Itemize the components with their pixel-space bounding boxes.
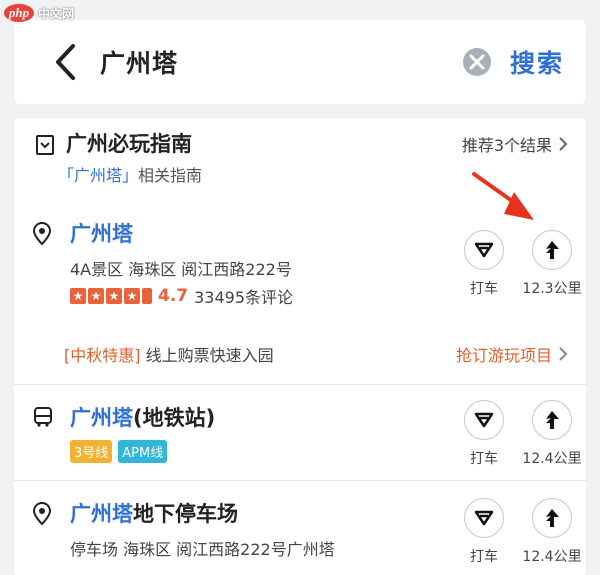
result-title-highlight: 广州塔 [70, 222, 133, 246]
metro-line-tags: 3号线 APM线 [70, 440, 168, 463]
metro-line-tag: 3号线 [70, 440, 113, 463]
result-item-metro-station[interactable]: 广州塔(地铁站) 3号线 APM线 打车 12.4公里 [14, 388, 586, 478]
promo-row[interactable]: [中秋特惠] 线上购票快速入园 抢订游玩项目 [14, 336, 586, 372]
search-button[interactable]: 搜索 [510, 44, 564, 80]
promo-tag: [中秋特惠] [64, 346, 141, 365]
taxi-label: 打车 [470, 281, 498, 297]
search-bar: 广州塔 搜索 [14, 20, 586, 104]
metro-line-tag: APM线 [118, 440, 168, 463]
result-address: 4A景区 海珠区 阅江西路222号 [70, 260, 292, 279]
review-count: 33495条评论 [194, 288, 294, 307]
promo-book-link[interactable]: 抢订游玩项目 [456, 342, 568, 366]
star-icon: ★ [70, 288, 86, 304]
star-half-icon [142, 288, 152, 304]
star-icon: ★ [106, 288, 122, 304]
guide-book-icon [34, 134, 56, 160]
distance-label: 12.4公里 [522, 549, 582, 565]
rating-score: 4.7 [158, 286, 189, 306]
taxi-label: 打车 [470, 549, 498, 565]
guide-more-label: 推荐3个结果 [461, 136, 552, 155]
taxi-icon [464, 498, 504, 538]
divider [14, 480, 586, 481]
watermark: php 中文网 [0, 0, 82, 24]
star-icon: ★ [88, 288, 104, 304]
guide-more-link[interactable]: 推荐3个结果 [462, 132, 568, 156]
result-address: 停车场 海珠区 阅江西路222号广州塔 [70, 540, 335, 559]
result-item-parking[interactable]: 广州塔地下停车场 停车场 海珠区 阅江西路222号广州塔 打车 12.4公里 [14, 486, 586, 575]
taxi-button[interactable]: 打车 [452, 400, 516, 468]
result-title[interactable]: 广州塔地下停车场 [70, 498, 238, 528]
annotation-arrow-icon [470, 170, 550, 244]
rating-row: ★ ★ ★ ★ 4.7 33495条评论 [70, 284, 293, 308]
route-icon [532, 400, 572, 440]
watermark-logo: php [4, 4, 34, 22]
back-arrow-icon[interactable] [36, 32, 96, 92]
result-title-rest: 地下停车场 [133, 502, 238, 526]
chevron-right-icon [559, 137, 568, 151]
promo-text: [中秋特惠] 线上购票快速入园 [64, 342, 274, 366]
promo-desc: 线上购票快速入园 [145, 346, 274, 365]
result-title[interactable]: 广州塔(地铁站) [70, 402, 215, 432]
location-pin-icon [32, 222, 52, 250]
taxi-button[interactable]: 打车 [452, 498, 516, 566]
star-icon: ★ [124, 288, 140, 304]
guide-title: 广州必玩指南 [66, 132, 192, 156]
route-button[interactable]: 12.4公里 [520, 400, 584, 468]
chevron-right-icon [559, 347, 568, 361]
route-icon [532, 498, 572, 538]
guide-subtitle: 「广州塔」相关指南 [58, 162, 202, 186]
location-pin-icon [32, 502, 52, 530]
result-title-highlight: 广州塔 [70, 406, 133, 430]
result-title-highlight: 广州塔 [70, 502, 133, 526]
watermark-text: 中文网 [38, 6, 75, 21]
clear-icon[interactable] [462, 47, 492, 77]
route-button[interactable]: 12.4公里 [520, 498, 584, 566]
bus-icon [32, 406, 54, 432]
search-input[interactable]: 广州塔 [100, 44, 462, 80]
distance-label: 12.3公里 [522, 281, 582, 297]
divider [14, 384, 586, 385]
result-title[interactable]: 广州塔 [70, 218, 133, 248]
taxi-label: 打车 [470, 451, 498, 467]
star-rating: ★ ★ ★ ★ [70, 288, 152, 304]
result-title-rest: (地铁站) [133, 406, 216, 430]
distance-label: 12.4公里 [522, 451, 582, 467]
taxi-icon [464, 400, 504, 440]
guide-sub-rest: 相关指南 [138, 166, 203, 185]
guide-sub-highlight: 「广州塔」 [58, 166, 139, 185]
promo-book-label: 抢订游玩项目 [455, 346, 552, 365]
